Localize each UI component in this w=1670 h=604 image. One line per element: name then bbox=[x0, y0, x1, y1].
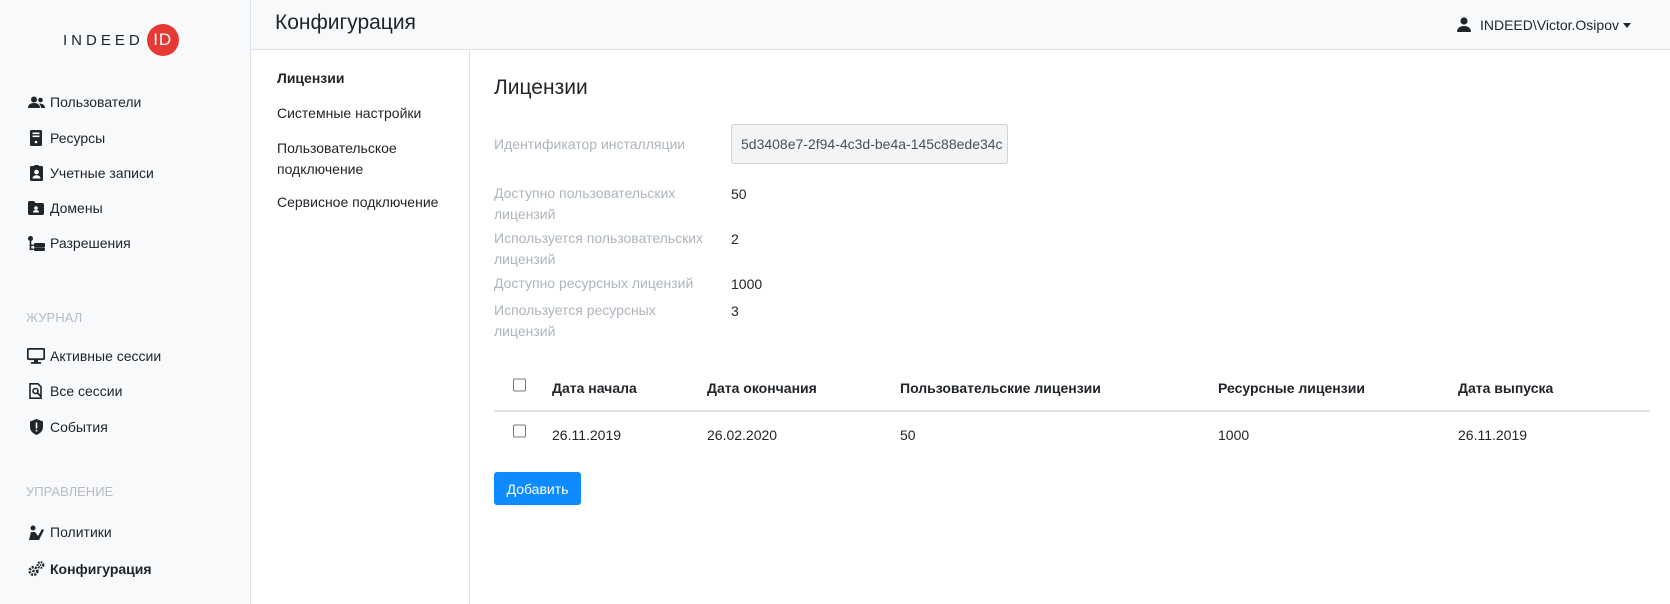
sidebar-item-label: Политики bbox=[50, 524, 112, 540]
logo-badge: ID bbox=[146, 24, 179, 56]
column-header[interactable]: Дата выпуска bbox=[1458, 380, 1553, 396]
install-id-label: Идентификатор инсталляции bbox=[494, 136, 686, 152]
field-value: 2 bbox=[731, 231, 739, 247]
sidebar-item-label: События bbox=[50, 419, 108, 435]
table-cell: 1000 bbox=[1218, 427, 1250, 443]
install-id-field[interactable]: 5d3408e7-2f94-4c3d-be4a-145c88ede34c bbox=[731, 124, 1008, 164]
sidebar-item-label: Пользователи bbox=[50, 94, 142, 110]
sidebar: INDEED ID Пользователи Ресурсы Учетные з… bbox=[0, 0, 251, 604]
subnav-item-service-connection[interactable]: Сервисное подключение bbox=[277, 192, 457, 213]
logo[interactable]: INDEED ID bbox=[63, 24, 179, 56]
sidebar-item-events[interactable]: События bbox=[27, 416, 108, 438]
top-header: Конфигурация INDEED\Victor.Osipov bbox=[251, 0, 1670, 50]
licenses-table: Дата начала Дата окончания Пользовательс… bbox=[494, 365, 1650, 458]
user-name: INDEED\Victor.Osipov bbox=[1479, 17, 1619, 33]
sidebar-item-label: Разрешения bbox=[50, 235, 131, 251]
field-label: Используется ресурсных лицензий bbox=[494, 302, 656, 339]
column-header[interactable]: Ресурсные лицензии bbox=[1218, 380, 1365, 396]
id-badge-icon bbox=[27, 164, 45, 182]
field-label: Доступно ресурсных лицензий bbox=[494, 275, 694, 291]
select-all-checkbox[interactable] bbox=[513, 378, 526, 392]
journal-section-title: ЖУРНАЛ bbox=[26, 310, 83, 325]
sidebar-item-active-sessions[interactable]: Активные сессии bbox=[27, 345, 161, 367]
permissions-icon bbox=[27, 234, 45, 252]
users-icon bbox=[27, 93, 45, 111]
chevron-down-icon bbox=[1623, 22, 1631, 28]
sidebar-item-policies[interactable]: Политики bbox=[27, 521, 112, 543]
gears-icon bbox=[27, 560, 45, 578]
sidebar-item-label: Активные сессии bbox=[50, 348, 162, 364]
sidebar-item-accounts[interactable]: Учетные записи bbox=[27, 162, 154, 184]
field-label: Доступно пользовательских лицензий bbox=[494, 185, 676, 222]
sidebar-item-configuration[interactable]: Конфигурация bbox=[27, 558, 152, 580]
sidebar-item-resources[interactable]: Ресурсы bbox=[27, 127, 105, 149]
user-icon bbox=[1456, 17, 1473, 33]
page-title: Конфигурация bbox=[275, 11, 416, 34]
sidebar-item-users[interactable]: Пользователи bbox=[27, 91, 141, 113]
config-subnav: Лицензии Системные настройки Пользовател… bbox=[251, 50, 470, 604]
sidebar-item-label: Ресурсы bbox=[50, 130, 106, 146]
subnav-item-licenses[interactable]: Лицензии bbox=[277, 68, 457, 89]
server-icon bbox=[27, 129, 45, 147]
main-content: Лицензии Идентификатор инсталляции 5d340… bbox=[470, 50, 1670, 604]
add-license-button[interactable]: Добавить bbox=[494, 472, 581, 505]
sidebar-item-all-sessions[interactable]: Все сессии bbox=[27, 380, 122, 402]
field-value: 3 bbox=[731, 303, 739, 319]
subnav-item-user-connection[interactable]: Пользовательское подключение bbox=[277, 138, 417, 180]
table-cell: 26.11.2019 bbox=[552, 427, 622, 443]
management-section-title: УПРАВЛЕНИЕ bbox=[26, 484, 114, 499]
section-title: Лицензии bbox=[494, 76, 588, 99]
logo-text: INDEED bbox=[63, 31, 144, 49]
column-header[interactable]: Дата начала bbox=[552, 380, 637, 396]
policy-icon bbox=[27, 523, 45, 541]
row-checkbox[interactable] bbox=[513, 424, 526, 438]
sidebar-item-label: Все сессии bbox=[50, 383, 123, 399]
subnav-item-system-settings[interactable]: Системные настройки bbox=[277, 103, 457, 124]
monitor-icon bbox=[27, 347, 45, 365]
sidebar-item-label: Конфигурация bbox=[50, 561, 152, 577]
folder-user-icon bbox=[27, 199, 45, 217]
sidebar-item-domains[interactable]: Домены bbox=[27, 197, 103, 219]
user-menu[interactable]: INDEED\Victor.Osipov bbox=[1456, 17, 1631, 33]
field-value: 1000 bbox=[731, 276, 763, 292]
shield-alert-icon bbox=[27, 418, 45, 436]
sidebar-item-permissions[interactable]: Разрешения bbox=[27, 232, 131, 254]
table-header: Дата начала Дата окончания Пользовательс… bbox=[494, 365, 1650, 412]
column-header[interactable]: Дата окончания bbox=[707, 380, 817, 396]
column-header[interactable]: Пользовательские лицензии bbox=[900, 380, 1101, 396]
table-cell: 50 bbox=[900, 427, 916, 443]
field-value: 50 bbox=[731, 186, 747, 202]
table-row[interactable]: 26.11.2019 26.02.2020 50 1000 26.11.2019 bbox=[494, 412, 1650, 458]
table-cell: 26.11.2019 bbox=[1458, 427, 1528, 443]
table-cell: 26.02.2020 bbox=[707, 427, 778, 443]
search-document-icon bbox=[27, 382, 45, 400]
field-label: Используется пользовательских лицензий bbox=[494, 230, 704, 267]
sidebar-item-label: Учетные записи bbox=[50, 165, 154, 181]
sidebar-item-label: Домены bbox=[50, 200, 103, 216]
